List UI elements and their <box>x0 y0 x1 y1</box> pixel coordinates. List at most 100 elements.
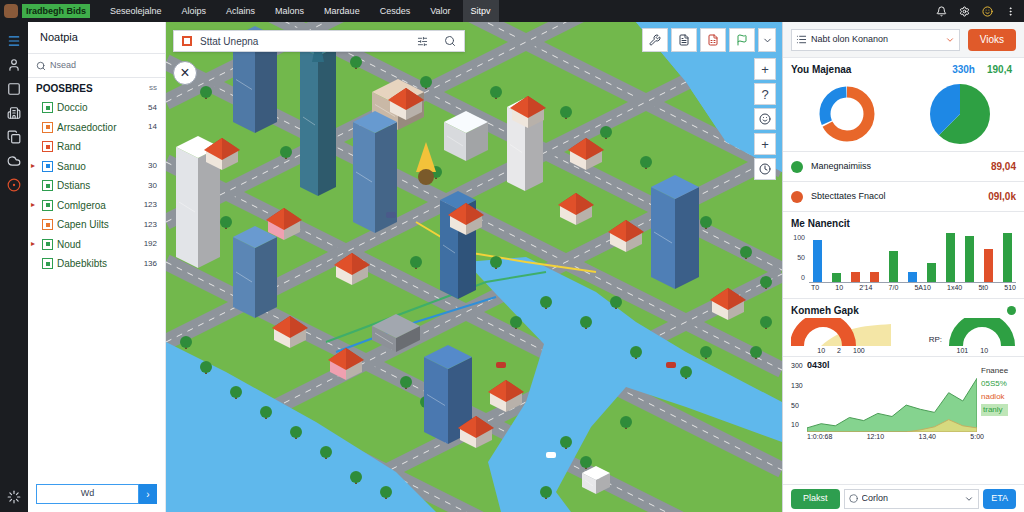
sidebar-item[interactable]: Dstians30 <box>28 176 165 196</box>
secondary-button[interactable]: ETA <box>983 489 1016 509</box>
views-button[interactable]: Vioks <box>968 29 1016 51</box>
loader-icon[interactable] <box>7 490 21 504</box>
stat-row[interactable]: Sbtecttates Fnacol09l,0k <box>783 182 1024 212</box>
house[interactable] <box>710 288 746 320</box>
stat-row[interactable]: Manegnaimiiss89,04 <box>783 152 1024 182</box>
house[interactable] <box>568 138 604 170</box>
landmark[interactable] <box>416 142 436 185</box>
menu-item[interactable]: Cesdes <box>372 0 419 22</box>
map-control[interactable] <box>754 108 776 130</box>
item-icon <box>42 102 53 113</box>
sidebar-item[interactable]: Doccio54 <box>28 98 165 118</box>
house[interactable] <box>608 220 644 252</box>
map-control[interactable]: + <box>754 133 776 155</box>
select-dropdown[interactable]: Corlon <box>844 489 980 509</box>
house[interactable] <box>328 348 364 380</box>
chart-segment <box>945 99 975 129</box>
rail-icon[interactable] <box>7 178 21 192</box>
bar[interactable] <box>927 263 936 282</box>
status-dot <box>1007 306 1016 315</box>
avatar[interactable] <box>4 4 18 18</box>
gauge-card: Konmeh Gapk102100RP:10110 <box>783 299 1024 358</box>
footer-button[interactable]: › <box>139 484 157 504</box>
sidebar-item[interactable]: Dabebkibts136 <box>28 254 165 274</box>
map-control[interactable] <box>754 158 776 180</box>
rail-icon[interactable] <box>7 58 21 72</box>
bar[interactable] <box>946 233 955 282</box>
toolbar-button[interactable] <box>700 28 726 52</box>
toolbar-button[interactable] <box>671 28 697 52</box>
gauge: RP:10110 <box>929 318 1016 357</box>
bell-icon[interactable] <box>936 6 947 17</box>
sidebar-item[interactable]: ▸Noud192 <box>28 235 165 255</box>
building[interactable] <box>444 111 488 161</box>
bar[interactable] <box>851 272 860 282</box>
menu-item[interactable]: Valor <box>422 0 458 22</box>
bar[interactable] <box>870 272 879 282</box>
map-control[interactable]: ? <box>754 83 776 105</box>
bar[interactable] <box>908 272 917 282</box>
sidebar-item[interactable]: ▸Comlgeroa123 <box>28 196 165 216</box>
menu-item[interactable]: Malons <box>267 0 312 22</box>
more-icon[interactable] <box>1005 6 1016 17</box>
menu-item[interactable]: Seseolejalne <box>102 0 170 22</box>
map-search[interactable]: Sttat Unepna <box>173 30 465 52</box>
item-icon <box>42 141 53 152</box>
building[interactable] <box>582 466 610 494</box>
house[interactable] <box>448 203 484 235</box>
close-button[interactable]: × <box>173 61 197 85</box>
toolbar-dropdown[interactable] <box>758 28 776 52</box>
sidebar-search[interactable]: Nsead <box>28 54 165 78</box>
building[interactable] <box>353 111 397 233</box>
primary-button[interactable]: Plakst <box>791 489 840 509</box>
house[interactable] <box>334 253 370 285</box>
rail-icon[interactable] <box>7 106 21 120</box>
tree <box>350 56 362 69</box>
house[interactable] <box>266 208 302 240</box>
house[interactable] <box>272 316 308 348</box>
menu-item[interactable]: Mardaue <box>316 0 368 22</box>
menu-icon[interactable] <box>7 34 21 48</box>
toolbar-button[interactable] <box>642 28 668 52</box>
bar[interactable] <box>1003 233 1012 282</box>
house[interactable] <box>204 138 240 170</box>
sidebar-item[interactable]: Arrsaedoctior14 <box>28 118 165 138</box>
toolbar-button[interactable] <box>729 28 755 52</box>
smile-icon[interactable] <box>982 6 993 17</box>
bar[interactable] <box>813 240 822 282</box>
city-map[interactable] <box>166 22 782 512</box>
house[interactable] <box>558 193 594 225</box>
sidebar-item[interactable]: ▸Sanuo30 <box>28 157 165 177</box>
rail-icon[interactable] <box>7 154 21 168</box>
tool-icon <box>736 34 748 46</box>
house[interactable] <box>510 96 546 128</box>
filter-icon[interactable] <box>417 36 428 47</box>
gear-icon[interactable] <box>959 6 970 17</box>
sidebar-item[interactable]: Rand <box>28 137 165 157</box>
rail-icon[interactable] <box>7 130 21 144</box>
menu-item[interactable]: Aloips <box>174 0 215 22</box>
map-control[interactable]: + <box>754 58 776 80</box>
house[interactable] <box>488 380 524 412</box>
menu-item[interactable]: Aclains <box>218 0 263 22</box>
building[interactable] <box>233 226 277 318</box>
house[interactable] <box>388 88 424 120</box>
search-icon[interactable] <box>444 35 456 47</box>
view-dropdown[interactable]: Nabt olon Konanon <box>791 29 960 51</box>
rail-icon[interactable] <box>7 82 21 96</box>
tree <box>350 471 362 484</box>
bar[interactable] <box>984 249 993 282</box>
legend-item: nadlok <box>981 391 1008 403</box>
bar[interactable] <box>832 273 841 282</box>
logo[interactable]: Iradbegh Bids <box>22 4 90 18</box>
bar[interactable] <box>965 236 974 282</box>
building[interactable] <box>651 175 699 289</box>
menu-item[interactable]: Sitpv <box>463 0 499 22</box>
footer-input[interactable]: Wd <box>36 484 139 504</box>
building[interactable] <box>372 314 420 352</box>
sidebar-item[interactable]: Capen Uilts123 <box>28 215 165 235</box>
legend-item: tranly <box>981 404 1008 416</box>
house[interactable] <box>458 416 494 448</box>
car <box>666 362 676 368</box>
bar[interactable] <box>889 251 898 282</box>
